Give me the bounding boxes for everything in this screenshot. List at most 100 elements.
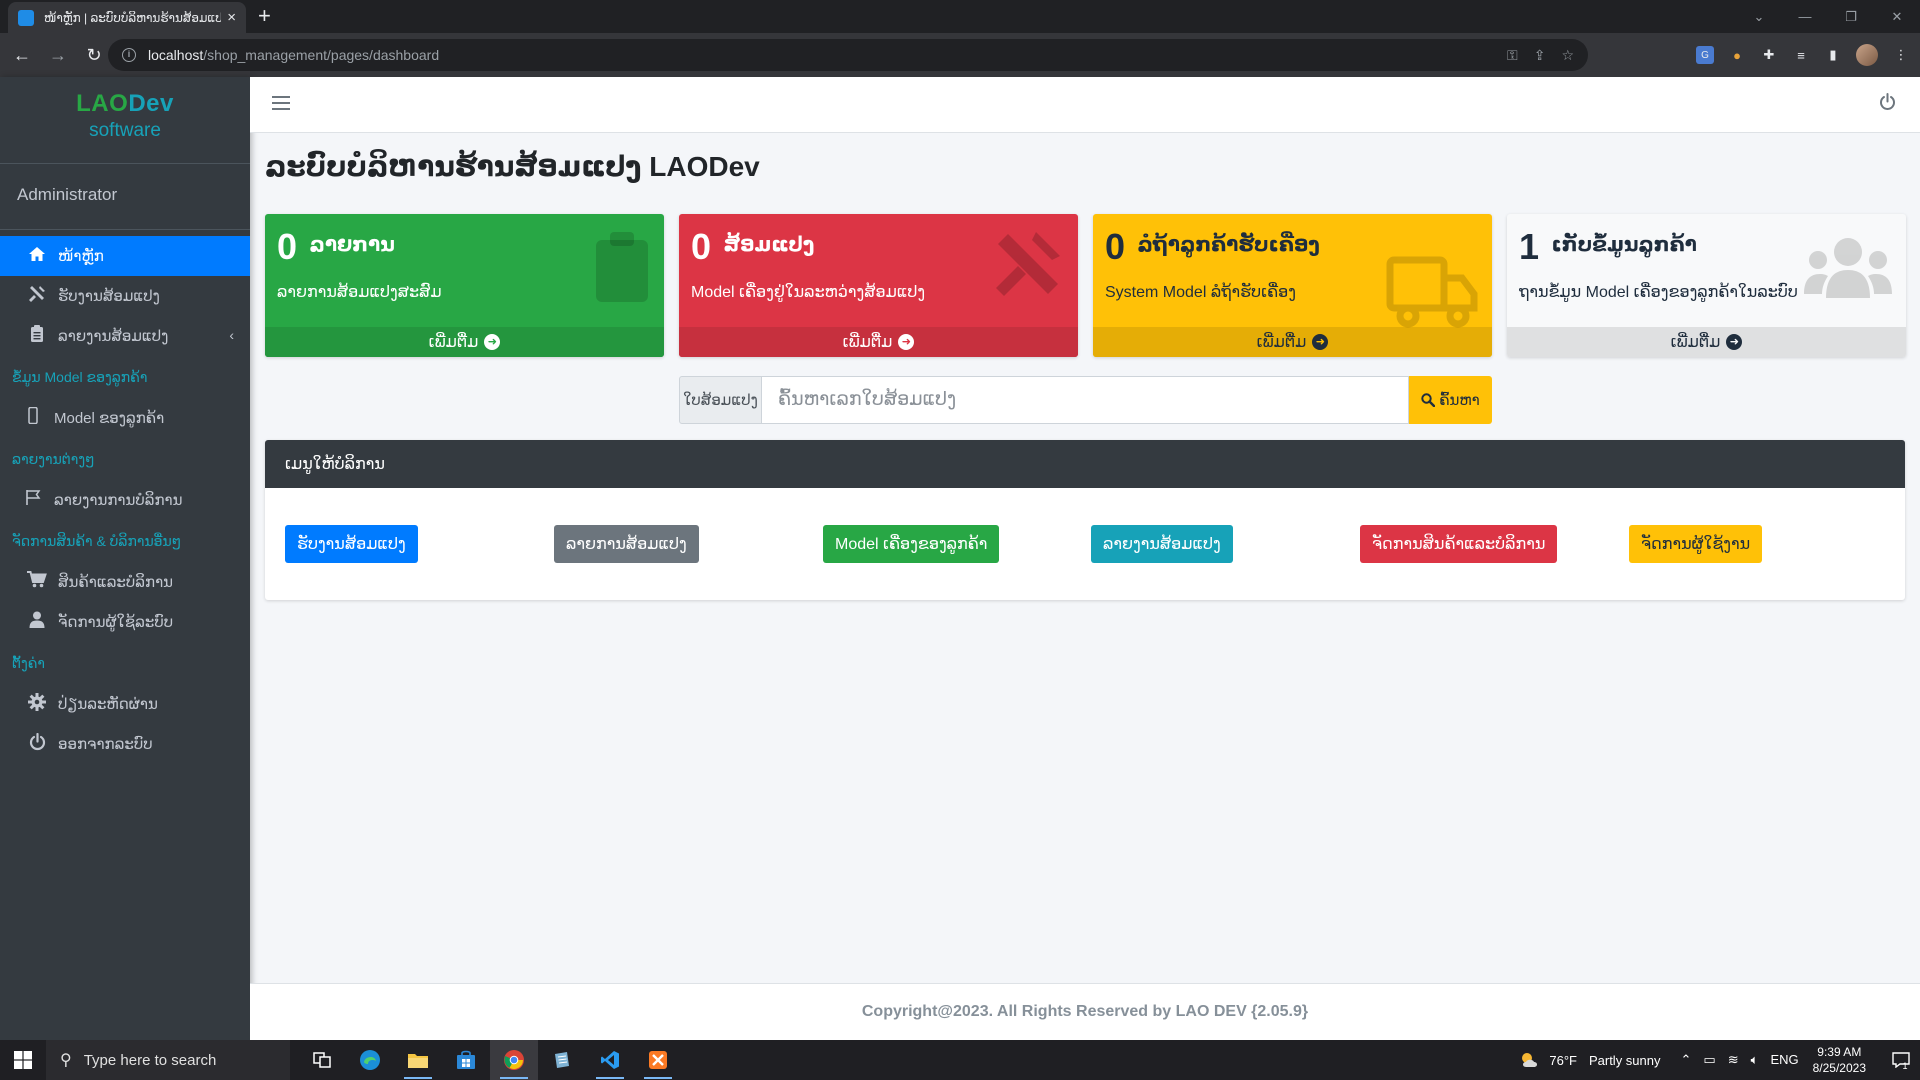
url-host: localhost xyxy=(148,47,204,63)
search-input[interactable] xyxy=(762,376,1409,424)
share-icon[interactable]: ⇪ xyxy=(1534,47,1546,64)
clipboard-icon xyxy=(594,232,650,307)
repair-search-form: ໃບສ້ອມແປງ ຄົ້ນຫາ xyxy=(679,376,1492,424)
chrome-icon[interactable] xyxy=(490,1040,538,1080)
sidebar-item-logout[interactable]: ອອກຈາກລະບົບ xyxy=(0,724,250,764)
sidebar-item-repair-report[interactable]: ລາຍງານສ້ອມແປງ ‹ xyxy=(0,316,250,356)
manage-users-button[interactable]: ຈັດການຜູ້ໃຊ້ງານ xyxy=(1629,525,1763,563)
volume-icon[interactable]: 🔈︎ xyxy=(1751,1052,1759,1068)
search-button[interactable]: ຄົ້ນຫາ xyxy=(1409,376,1492,424)
sidebar-item-users[interactable]: ຈັດການຜູ້ໃຊ້ລະບົບ xyxy=(0,602,250,642)
more-info-link[interactable]: ເພີ່ມຕື່ມ ➜ xyxy=(1507,327,1906,357)
stat-box-repairs-total: 0 ລາຍການ ລາຍການສ້ອມແປງສະສົມ ເພີ່ມຕື່ມ ➜ xyxy=(265,214,664,357)
sidebar-item-customer-models[interactable]: Model ຂອງລູກຄ້າ xyxy=(0,398,250,438)
stat-box-customers: 1 ເກັບຂໍ້ມູນລູກຄ້າ ຖານຂໍ້ມູນ Model ເຄື່ອ… xyxy=(1507,214,1906,357)
sidebar-item-change-password[interactable]: ປ່ຽນລະຫັດຜ່ານ xyxy=(0,684,250,724)
meet-now-icon[interactable]: ▭ xyxy=(1703,1052,1715,1068)
task-view-icon[interactable] xyxy=(298,1040,346,1080)
browser-tabbar: ໜ້າຫຼັກ | ລະບົບບໍລິຫານຮ້ານສ້ອມແປງ × + ⌄ … xyxy=(0,0,1920,33)
more-info-link[interactable]: ເພີ່ມຕື່ມ ➜ xyxy=(679,327,1078,357)
sidebar-item-label: ອອກຈາກລະບົບ xyxy=(58,736,153,753)
hamburger-menu-icon[interactable] xyxy=(272,92,290,116)
truck-icon xyxy=(1386,256,1478,333)
brand-logo[interactable]: LAODev software xyxy=(0,77,250,164)
key-icon[interactable]: ⚿ xyxy=(1507,47,1518,64)
puzzle-icon[interactable]: ✚ xyxy=(1760,46,1778,64)
back-icon[interactable]: ← xyxy=(6,39,38,71)
sidebar-item-label: ໜ້າຫຼັກ xyxy=(58,248,104,265)
profile-avatar[interactable] xyxy=(1856,44,1878,66)
notification-center-icon[interactable]: 1 xyxy=(1880,1040,1920,1080)
translate-extension-icon[interactable]: G xyxy=(1696,46,1714,64)
file-explorer-icon[interactable] xyxy=(394,1040,442,1080)
notepad-icon[interactable] xyxy=(538,1040,586,1080)
search-prefix-label: ໃບສ້ອມແປງ xyxy=(679,376,762,424)
chevron-up-icon[interactable]: ⌃ xyxy=(1681,1052,1692,1068)
tab-search-icon[interactable]: ⌄ xyxy=(1736,0,1782,33)
window-controls: ⌄ — ❐ ✕ xyxy=(1736,0,1920,33)
repair-report-button[interactable]: ລາຍງານສ້ອມແປງ xyxy=(1091,525,1233,563)
tab-favicon-icon xyxy=(18,9,34,26)
extension-icon[interactable]: ● xyxy=(1728,46,1746,64)
address-bar[interactable]: i localhost/shop_management/pages/dashbo… xyxy=(108,39,1588,71)
system-tray: 76°F Partly sunny ⌃ ▭ ≋ 🔈︎ ENG 9:39 AM 8… xyxy=(1519,1040,1920,1080)
wifi-icon[interactable]: ≋ xyxy=(1728,1052,1739,1068)
receive-repair-button[interactable]: ຮັບງານສ້ອມແປງ xyxy=(285,525,418,563)
stat-title: ລາຍການ xyxy=(309,234,395,256)
weather-widget[interactable]: 76°F Partly sunny xyxy=(1519,1051,1661,1069)
user-panel[interactable]: Administrator xyxy=(0,164,250,230)
customer-models-button[interactable]: Model ເຄື່ອງຂອງລູກຄ້າ xyxy=(823,525,1000,563)
sidebar-item-label: Model ຂອງລູກຄ້າ xyxy=(54,410,165,427)
service-menu-card: ເມນູໃຫ້ບໍລິການ ຮັບງານສ້ອມແປງ ລາຍການສ້ອມແ… xyxy=(265,440,1905,600)
power-icon xyxy=(26,732,48,756)
reload-icon[interactable]: ↻ xyxy=(78,39,110,71)
sidebar-item-label: ສິນຄ້າແລະບໍລິການ xyxy=(58,574,174,591)
clipboard-icon xyxy=(26,325,48,347)
weather-desc: Partly sunny xyxy=(1588,1052,1661,1068)
info-icon[interactable]: i xyxy=(122,48,136,62)
manage-products-button[interactable]: ຈັດການສິນຄ້າແລະບໍລິການ xyxy=(1360,525,1558,563)
logout-power-icon[interactable] xyxy=(1879,93,1896,116)
windows-start-icon[interactable] xyxy=(0,1040,46,1080)
store-icon[interactable] xyxy=(442,1040,490,1080)
stat-box-waiting-pickup: 0 ລໍຖ້າລູກຄ້າຮັບເຄື່ອງ System Model ລໍຖ້… xyxy=(1093,214,1492,357)
tab-close-icon[interactable]: × xyxy=(227,9,236,26)
edge-icon[interactable] xyxy=(346,1040,394,1080)
browser-tab[interactable]: ໜ້າຫຼັກ | ລະບົບບໍລິຫານຮ້ານສ້ອມແປງ × xyxy=(8,2,246,33)
close-window-icon[interactable]: ✕ xyxy=(1874,0,1920,33)
top-navbar xyxy=(250,77,1920,133)
new-tab-icon[interactable]: + xyxy=(258,4,271,28)
sidebar-item-label: ຈັດການຜູ້ໃຊ້ລະບົບ xyxy=(58,614,174,631)
notification-count: 1 xyxy=(1902,1061,1908,1071)
vscode-icon[interactable] xyxy=(586,1040,634,1080)
xampp-icon[interactable] xyxy=(634,1040,682,1080)
sidebar-header-models: ຂໍ້ມູນ Model ຂອງລູກຄ້າ xyxy=(12,368,148,385)
user-icon xyxy=(26,611,48,633)
more-info-label: ເພີ່ມຕື່ມ xyxy=(428,334,479,351)
reading-list-icon[interactable]: ≡ xyxy=(1792,46,1810,64)
stat-box-repairing: 0 ສ້ອມແປງ Model ເຄື່ອງຢູ່ໃນລະຫວ່າງສ້ອມແປ… xyxy=(679,214,1078,357)
sidebar-item-home[interactable]: ໜ້າຫຼັກ xyxy=(0,236,250,276)
search-icon xyxy=(1421,393,1436,407)
sidebar-item-products[interactable]: ສິນຄ້າແລະບໍລິການ xyxy=(0,562,250,602)
stat-title: ເກັບຂໍ້ມູນລູກຄ້າ xyxy=(1551,234,1697,256)
forward-icon[interactable]: → xyxy=(42,39,74,71)
card-title: ເມນູໃຫ້ບໍລິການ xyxy=(265,440,1905,488)
repair-list-button[interactable]: ລາຍການສ້ອມແປງ xyxy=(554,525,699,563)
main-content: ລະບົບບໍລິຫານຮ້ານສ້ອມແປງ LAODev 0 ລາຍການ … xyxy=(250,133,1920,983)
clock[interactable]: 9:39 AM 8/25/2023 xyxy=(1813,1044,1866,1076)
windows-taskbar: ⚲ Type here to search 76°F Partly sunny … xyxy=(0,1040,1920,1080)
minimize-icon[interactable]: — xyxy=(1782,0,1828,33)
stat-count: 1 xyxy=(1519,226,1540,267)
sidepanel-icon[interactable]: ▮ xyxy=(1824,46,1842,64)
star-icon[interactable]: ☆ xyxy=(1561,47,1574,64)
sidebar-item-service-report[interactable]: ລາຍງານການບໍລິການ xyxy=(0,480,250,520)
input-language[interactable]: ENG xyxy=(1770,1052,1798,1068)
sidebar-item-receive-repair[interactable]: ຮັບງານສ້ອມແປງ xyxy=(0,276,250,316)
more-icon[interactable]: ⋮ xyxy=(1892,46,1910,64)
tools-icon xyxy=(992,228,1064,305)
restore-icon[interactable]: ❐ xyxy=(1828,0,1874,33)
taskbar-search-box[interactable]: ⚲ Type here to search xyxy=(46,1040,290,1080)
url-text[interactable]: localhost/shop_management/pages/dashboar… xyxy=(148,47,439,63)
more-info-link[interactable]: ເພີ່ມຕື່ມ ➜ xyxy=(265,327,664,357)
